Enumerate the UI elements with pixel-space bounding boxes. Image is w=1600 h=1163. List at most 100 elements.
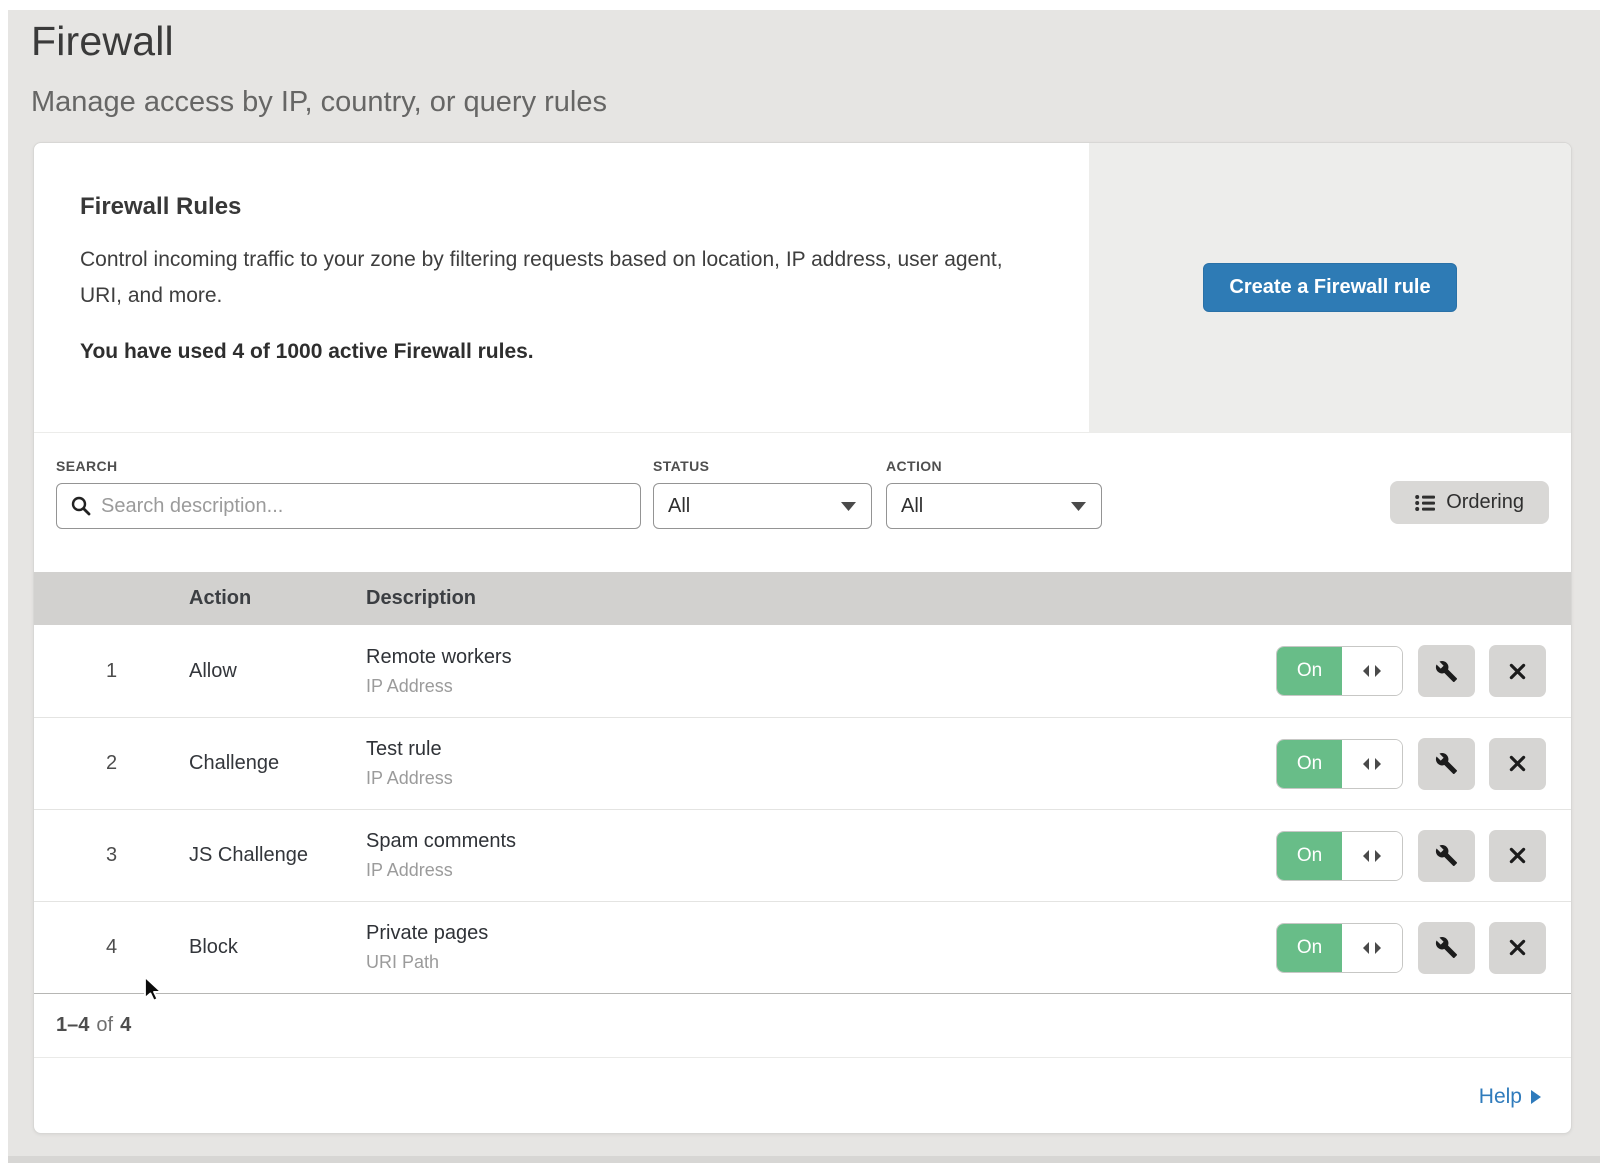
- edit-rule-button[interactable]: [1418, 738, 1475, 790]
- search-input[interactable]: [56, 483, 641, 529]
- rule-description-cell: Remote workers IP Address: [366, 646, 1276, 697]
- left-right-arrows-icon: [1361, 663, 1383, 679]
- rule-toggle: On: [1276, 831, 1403, 881]
- rule-description-cell: Spam comments IP Address: [366, 830, 1276, 881]
- toggle-on-button[interactable]: On: [1277, 647, 1342, 695]
- toggle-drag-handle[interactable]: [1342, 647, 1402, 695]
- action-column-header: Action: [189, 587, 366, 610]
- ordering-button[interactable]: Ordering: [1390, 481, 1549, 524]
- search-label: SEARCH: [56, 458, 641, 474]
- rule-match-type: IP Address: [366, 860, 1276, 881]
- toggle-on-button[interactable]: On: [1277, 832, 1342, 880]
- rule-toggle: On: [1276, 739, 1403, 789]
- rule-description: Remote workers: [366, 646, 1276, 669]
- section-description: Control incoming traffic to your zone by…: [80, 242, 1040, 313]
- rule-action: Block: [189, 936, 366, 959]
- filter-bar: SEARCH STATUS All ACTION: [34, 433, 1571, 572]
- help-row: Help: [34, 1057, 1571, 1135]
- firewall-rules-card: Firewall Rules Control incoming traffic …: [33, 142, 1572, 1134]
- wrench-icon: [1435, 936, 1458, 959]
- page-subtitle: Manage access by IP, country, or query r…: [31, 86, 1600, 119]
- rule-description: Spam comments: [366, 830, 1276, 853]
- close-icon: [1507, 845, 1528, 866]
- chevron-down-icon: [1071, 502, 1086, 511]
- pagination: 1–4 of 4: [34, 993, 1571, 1057]
- arrow-right-icon: [1531, 1090, 1541, 1104]
- overview-text: Firewall Rules Control incoming traffic …: [34, 143, 1089, 432]
- rule-priority: 3: [34, 844, 189, 867]
- rule-match-type: URI Path: [366, 952, 1276, 973]
- delete-rule-button[interactable]: [1489, 738, 1546, 790]
- status-label: STATUS: [653, 458, 872, 474]
- action-selected-value: All: [901, 495, 923, 518]
- status-group: STATUS All: [653, 458, 872, 529]
- toggle-drag-handle[interactable]: [1342, 924, 1402, 972]
- usage-summary: You have used 4 of 1000 active Firewall …: [80, 340, 1049, 364]
- rule-controls: On: [1276, 830, 1571, 882]
- ordering-button-label: Ordering: [1446, 491, 1524, 514]
- rule-description: Test rule: [366, 738, 1276, 761]
- rule-description: Private pages: [366, 922, 1276, 945]
- edit-rule-button[interactable]: [1418, 830, 1475, 882]
- rules-table: 1 Allow Remote workers IP Address On: [34, 625, 1571, 993]
- edit-rule-button[interactable]: [1418, 922, 1475, 974]
- help-link-label: Help: [1479, 1085, 1522, 1109]
- chevron-down-icon: [841, 502, 856, 511]
- rule-match-type: IP Address: [366, 676, 1276, 697]
- table-row: 3 JS Challenge Spam comments IP Address …: [34, 809, 1571, 901]
- action-select[interactable]: All: [886, 483, 1102, 529]
- wrench-icon: [1435, 660, 1458, 683]
- rule-toggle: On: [1276, 646, 1403, 696]
- close-icon: [1507, 937, 1528, 958]
- firewall-page: Firewall Manage access by IP, country, o…: [8, 10, 1600, 1163]
- search-field-wrap: [56, 483, 641, 529]
- status-selected-value: All: [668, 495, 690, 518]
- create-firewall-rule-button[interactable]: Create a Firewall rule: [1203, 263, 1456, 312]
- rule-toggle: On: [1276, 923, 1403, 973]
- rule-controls: On: [1276, 922, 1571, 974]
- rule-action: Allow: [189, 660, 366, 683]
- rule-priority: 2: [34, 752, 189, 775]
- toggle-on-button[interactable]: On: [1277, 740, 1342, 788]
- search-group: SEARCH: [56, 458, 641, 529]
- close-icon: [1507, 661, 1528, 682]
- table-row: 1 Allow Remote workers IP Address On: [34, 625, 1571, 717]
- close-icon: [1507, 753, 1528, 774]
- action-group: ACTION All: [886, 458, 1102, 529]
- mouse-cursor: [143, 976, 169, 1006]
- rule-priority: 4: [34, 936, 189, 959]
- toggle-drag-handle[interactable]: [1342, 832, 1402, 880]
- delete-rule-button[interactable]: [1489, 830, 1546, 882]
- delete-rule-button[interactable]: [1489, 645, 1546, 697]
- pagination-of: of: [96, 1014, 113, 1037]
- page-title: Firewall: [31, 18, 1600, 65]
- rule-action: Challenge: [189, 752, 366, 775]
- create-rule-panel: Create a Firewall rule: [1089, 143, 1571, 432]
- wrench-icon: [1435, 752, 1458, 775]
- description-column-header: Description: [366, 587, 1571, 610]
- pagination-range: 1–4: [56, 1014, 89, 1037]
- table-row: 4 Block Private pages URI Path On: [34, 901, 1571, 993]
- left-right-arrows-icon: [1361, 940, 1383, 956]
- overview-section: Firewall Rules Control incoming traffic …: [34, 143, 1571, 433]
- left-right-arrows-icon: [1361, 848, 1383, 864]
- search-icon: [70, 495, 92, 517]
- delete-rule-button[interactable]: [1489, 922, 1546, 974]
- edit-rule-button[interactable]: [1418, 645, 1475, 697]
- rule-description-cell: Private pages URI Path: [366, 922, 1276, 973]
- toggle-drag-handle[interactable]: [1342, 740, 1402, 788]
- table-row: 2 Challenge Test rule IP Address On: [34, 717, 1571, 809]
- toggle-on-button[interactable]: On: [1277, 924, 1342, 972]
- window-bottom-edge: [8, 1156, 1600, 1163]
- left-right-arrows-icon: [1361, 756, 1383, 772]
- pagination-total: 4: [120, 1014, 131, 1037]
- action-label: ACTION: [886, 458, 1102, 474]
- page-header: Firewall Manage access by IP, country, o…: [8, 10, 1600, 119]
- help-link[interactable]: Help: [1479, 1085, 1541, 1109]
- rule-description-cell: Test rule IP Address: [366, 738, 1276, 789]
- status-select[interactable]: All: [653, 483, 872, 529]
- rule-priority: 1: [34, 660, 189, 683]
- rule-controls: On: [1276, 738, 1571, 790]
- rule-match-type: IP Address: [366, 768, 1276, 789]
- rule-controls: On: [1276, 645, 1571, 697]
